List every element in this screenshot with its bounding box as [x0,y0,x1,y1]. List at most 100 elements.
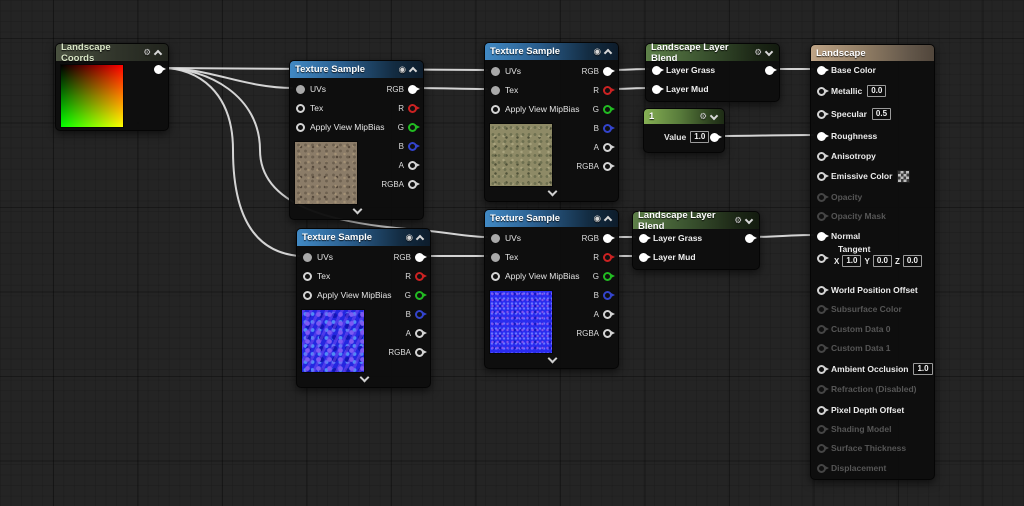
input-pin-uvs[interactable] [296,85,305,94]
input-pin-world-position-offset[interactable] [817,286,826,295]
node-header[interactable]: Texture Sample ◉ [297,229,430,246]
output-pin-a[interactable] [603,143,612,152]
node-header[interactable]: Landscape Layer Blend ⚙ [646,44,779,61]
output-pin[interactable] [710,133,719,142]
node-landscape-output[interactable]: Landscape Base Color Metallic0.0 Specula… [810,44,935,480]
chevron-down-icon[interactable] [710,112,719,121]
chevron-up-icon[interactable] [604,214,613,223]
input-pin-specular[interactable] [817,110,826,119]
input-pin-tex[interactable] [491,253,500,262]
input-pin-mipbias[interactable] [491,105,500,114]
output-pin-r[interactable] [603,86,612,95]
output-pin-g[interactable] [408,123,417,132]
input-pin-normal[interactable] [817,232,826,241]
output-pin-r[interactable] [408,104,417,113]
wire-constant-to-roughness[interactable] [716,135,813,136]
output-pin-rgba[interactable] [603,329,612,338]
chevron-down-icon[interactable] [352,206,362,215]
node-texture-sample-dirt[interactable]: Texture Sample ◉ UVs Tex Apply View MipB… [289,60,424,220]
output-pin-rgb[interactable] [603,67,612,76]
wire-ts-dirt-rgb-to-ts-grass-tex[interactable] [415,88,487,89]
output-pin-b[interactable] [603,291,612,300]
input-pin-subsurface-color[interactable] [817,305,826,314]
output-pin-rgba[interactable] [415,348,424,357]
gear-icon[interactable]: ⚙ [143,48,151,57]
input-pin-surface-thickness[interactable] [817,444,826,453]
value-input[interactable]: 1.0 [690,131,709,143]
node-constant-1[interactable]: 1 ⚙ Value 1.0 [643,108,725,153]
chevron-up-icon[interactable] [409,65,418,74]
input-pin-opacity[interactable] [817,193,826,202]
node-header[interactable]: 1 ⚙ [644,109,724,124]
input-pin-refraction[interactable] [817,385,826,394]
node-landscape-coords[interactable]: Landscape Coords ⚙ [55,43,169,131]
node-header[interactable]: Texture Sample ◉ [290,61,423,78]
input-pin-layer-grass[interactable] [652,66,661,75]
node-landscape-layer-blend-top[interactable]: Landscape Layer Blend ⚙ Layer Grass Laye… [645,43,780,102]
preview-circle-icon[interactable]: ◉ [406,233,413,242]
node-header[interactable]: Landscape [811,45,934,61]
input-pin-emissive-color[interactable] [817,172,826,181]
chevron-up-icon[interactable] [416,233,425,242]
output-pin-rgb[interactable] [408,85,417,94]
wire-blend-bot-to-normal[interactable] [751,235,813,237]
input-pin-anisotropy[interactable] [817,152,826,161]
input-pin-layer-mud[interactable] [639,253,648,262]
node-header[interactable]: Landscape Coords ⚙ [56,44,168,61]
input-pin-mipbias[interactable] [491,272,500,281]
output-pin-a[interactable] [603,310,612,319]
default-value[interactable]: 1.0 [913,363,932,375]
default-value[interactable]: 0.5 [872,108,891,120]
output-pin-g[interactable] [603,272,612,281]
chevron-up-icon[interactable] [154,48,163,57]
chevron-down-icon[interactable] [359,374,369,383]
material-graph-canvas[interactable]: Landscape Coords ⚙ Texture Sample ◉ UVs … [0,0,1024,506]
chevron-down-icon[interactable] [765,48,774,57]
input-pin-layer-grass[interactable] [639,234,648,243]
chevron-down-icon[interactable] [745,216,754,225]
input-pin-tex[interactable] [303,272,312,281]
node-header[interactable]: Texture Sample ◉ [485,43,618,60]
input-pin-layer-mud[interactable] [652,85,661,94]
input-pin-base-color[interactable] [817,66,826,75]
output-pin-g[interactable] [415,291,424,300]
input-pin-uvs[interactable] [491,67,500,76]
tangent-x-input[interactable]: 1.0 [842,255,861,267]
input-pin-custom-data-0[interactable] [817,325,826,334]
chevron-down-icon[interactable] [547,188,557,197]
input-pin-displacement[interactable] [817,464,826,473]
chevron-up-icon[interactable] [604,47,613,56]
node-header[interactable]: Texture Sample ◉ [485,210,618,227]
preview-circle-icon[interactable]: ◉ [594,214,601,223]
input-pin-pixel-depth-offset[interactable] [817,406,826,415]
tangent-z-input[interactable]: 0.0 [903,255,922,267]
output-pin-rgb[interactable] [415,253,424,262]
tangent-y-input[interactable]: 0.0 [873,255,892,267]
input-pin-mipbias[interactable] [296,123,305,132]
input-pin-roughness[interactable] [817,132,826,141]
output-pin-rgb[interactable] [603,234,612,243]
node-texture-sample-normal-b[interactable]: Texture Sample ◉ UVs Tex Apply View MipB… [484,209,619,369]
input-pin-custom-data-1[interactable] [817,344,826,353]
output-pin-rgba[interactable] [408,180,417,189]
input-pin-uvs[interactable] [491,234,500,243]
output-pin-a[interactable] [408,161,417,170]
input-pin-mipbias[interactable] [303,291,312,300]
input-pin-tangent[interactable] [817,254,826,263]
input-pin-tex[interactable] [491,86,500,95]
output-pin[interactable] [745,234,754,243]
gear-icon[interactable]: ⚙ [754,48,762,57]
output-pin-r[interactable] [415,272,424,281]
preview-circle-icon[interactable]: ◉ [594,47,601,56]
input-pin-metallic[interactable] [817,87,826,96]
output-pin[interactable] [154,65,163,74]
output-pin-rgba[interactable] [603,162,612,171]
output-pin-b[interactable] [603,124,612,133]
gear-icon[interactable]: ⚙ [734,216,742,225]
wire-coords-to-ts-normal-a-uvs[interactable] [162,68,299,256]
node-texture-sample-grass[interactable]: Texture Sample ◉ UVs Tex Apply View MipB… [484,42,619,202]
input-pin-shading-model[interactable] [817,425,826,434]
output-pin-b[interactable] [408,142,417,151]
default-value[interactable]: 0.0 [867,85,886,97]
node-landscape-layer-blend-bottom[interactable]: Landscape Layer Blend ⚙ Layer Grass Laye… [632,211,760,270]
